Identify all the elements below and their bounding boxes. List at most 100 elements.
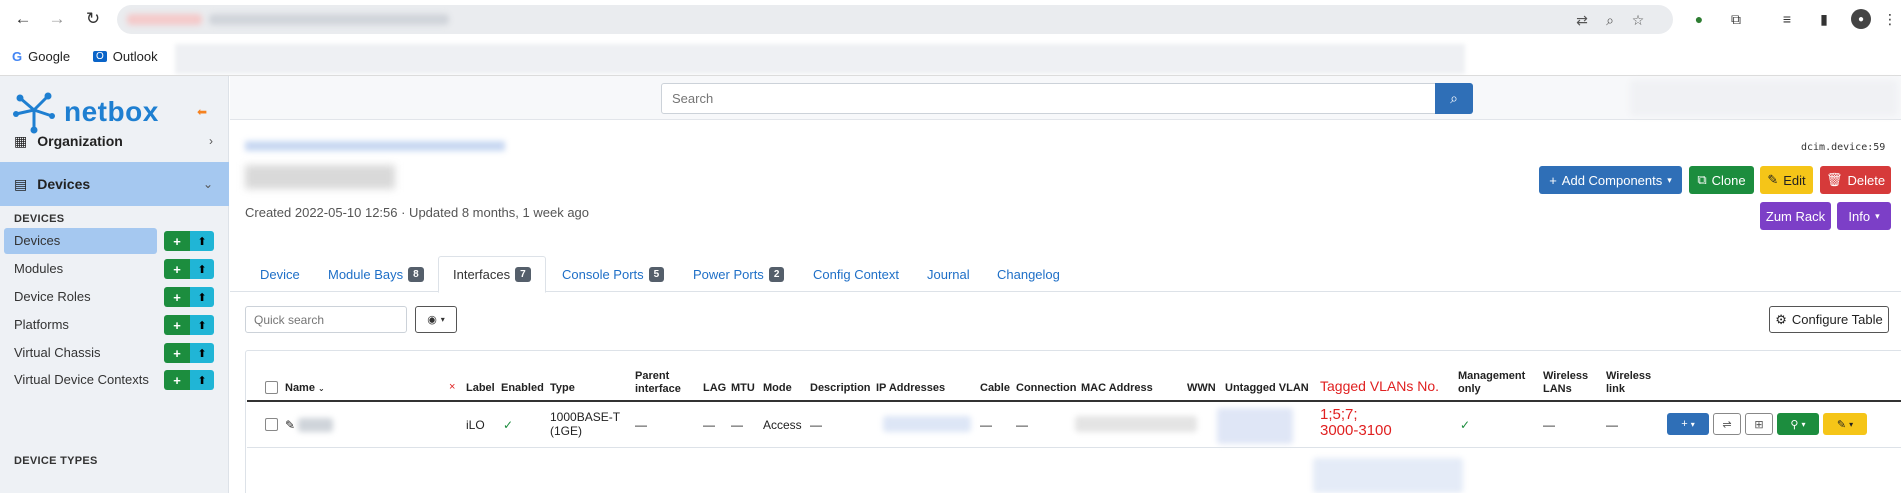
add-icon[interactable]: +: [164, 315, 190, 335]
edit-button[interactable]: ✎ Edit: [1760, 166, 1813, 194]
row-trace-button[interactable]: ⇌: [1713, 413, 1741, 435]
address-bar[interactable]: ⇄ ⌕ ☆: [117, 5, 1673, 34]
breadcrumb[interactable]: [245, 141, 505, 151]
button-label: Zum Rack: [1765, 208, 1826, 224]
search-button[interactable]: ⌕: [1435, 83, 1473, 114]
pin-icon[interactable]: ⬅: [197, 105, 207, 119]
profile-avatar-icon[interactable]: ●: [1851, 9, 1871, 29]
url-blurred: [127, 14, 202, 25]
tab-changelog[interactable]: Changelog: [997, 256, 1060, 292]
interface-name-blurred[interactable]: [298, 418, 333, 432]
import-icon[interactable]: ⬆: [190, 259, 214, 279]
row-edit-button[interactable]: ✎ ▾: [1823, 413, 1867, 435]
column-label: Management: [1458, 370, 1526, 382]
column-untagged-vlan[interactable]: Untagged VLAN: [1225, 382, 1309, 395]
clone-button[interactable]: ⧉ Clone: [1689, 166, 1754, 194]
column-cable[interactable]: Cable: [980, 382, 1010, 395]
column-name[interactable]: Name ⌄: [285, 382, 325, 395]
row-connect-button[interactable]: ⚲ ▾: [1777, 413, 1819, 435]
clear-sort-icon[interactable]: ×: [449, 381, 455, 394]
nav-device-roles[interactable]: Device Roles + ⬆: [0, 284, 229, 310]
add-icon[interactable]: +: [164, 259, 190, 279]
zoom-icon[interactable]: ⌕: [1601, 11, 1619, 29]
row-add-button[interactable]: + ▾: [1667, 413, 1709, 435]
nav-platforms[interactable]: Platforms + ⬆: [0, 312, 229, 338]
tab-console-ports[interactable]: Console Ports 5: [562, 256, 665, 292]
column-wireless-link[interactable]: Wireless link: [1606, 370, 1651, 396]
configure-table-button[interactable]: ⚙ Configure Table: [1769, 306, 1889, 333]
extensions-puzzle-icon[interactable]: ⧉: [1726, 9, 1746, 29]
tab-journal[interactable]: Journal: [927, 256, 970, 292]
import-icon[interactable]: ⬆: [190, 231, 214, 251]
column-type[interactable]: Type: [550, 382, 575, 395]
quick-search-input[interactable]: [245, 306, 407, 333]
reading-list-icon[interactable]: ≡: [1777, 9, 1797, 29]
browser-menu-icon[interactable]: ⋮: [1880, 9, 1900, 29]
import-icon[interactable]: ⬆: [190, 370, 214, 390]
count-badge: 8: [408, 266, 424, 282]
menu-label: Organization: [37, 133, 123, 149]
add-icon[interactable]: +: [164, 370, 190, 390]
bookmark-outlook[interactable]: O Outlook: [93, 49, 158, 64]
import-icon[interactable]: ⬆: [190, 315, 214, 335]
select-all-checkbox[interactable]: [265, 381, 278, 394]
delete-button[interactable]: 🗑 Delete: [1820, 166, 1891, 194]
back-icon[interactable]: ←: [12, 8, 34, 30]
add-icon[interactable]: +: [164, 287, 190, 307]
menu-organization[interactable]: ▦ Organization ›: [0, 120, 229, 162]
menu-devices[interactable]: ▤ Devices ⌄: [0, 162, 229, 206]
nav-virtual-chassis[interactable]: Virtual Chassis + ⬆: [0, 340, 229, 366]
add-components-button[interactable]: + Add Components ▾: [1539, 166, 1682, 194]
row-checkbox[interactable]: [265, 418, 278, 431]
bookmark-star-icon[interactable]: ☆: [1629, 11, 1647, 29]
add-icon[interactable]: +: [164, 231, 190, 251]
user-menu[interactable]: [1630, 80, 1898, 116]
column-parent-interface[interactable]: Parent interface: [635, 370, 681, 396]
nav-modules[interactable]: Modules + ⬆: [0, 256, 229, 282]
column-wwn[interactable]: WWN: [1187, 382, 1216, 395]
column-mode[interactable]: Mode: [763, 382, 792, 395]
column-description[interactable]: Description: [810, 382, 871, 395]
view-toggle-button[interactable]: ◉ ▾: [415, 306, 457, 333]
column-management-only[interactable]: Management only: [1458, 370, 1525, 396]
column-ip-addresses[interactable]: IP Addresses: [876, 382, 945, 395]
tab-interfaces[interactable]: Interfaces 7: [438, 256, 546, 293]
cell-mtu: —: [731, 418, 743, 432]
tab-config-context[interactable]: Config Context: [813, 256, 899, 292]
trace-icon: ⇌: [1722, 418, 1732, 431]
import-icon[interactable]: ⬆: [190, 343, 214, 363]
column-tagged-vlans[interactable]: Tagged VLANs No.: [1320, 379, 1439, 393]
bookmark-google[interactable]: G Google: [12, 49, 70, 64]
tab-label: Module Bays: [328, 266, 404, 282]
column-connection[interactable]: Connection: [1016, 382, 1077, 395]
column-mtu[interactable]: MTU: [731, 382, 755, 395]
extension-shield-icon[interactable]: ●: [1689, 9, 1709, 29]
nav-devices[interactable]: Devices + ⬆: [0, 228, 229, 254]
tab-device[interactable]: Device: [260, 256, 300, 292]
forward-icon[interactable]: →: [46, 8, 68, 30]
reload-icon[interactable]: ↻: [82, 8, 104, 30]
search-icon: ⌕: [1450, 90, 1458, 106]
column-enabled[interactable]: Enabled: [501, 382, 544, 395]
info-button[interactable]: Info ▾: [1837, 202, 1891, 230]
tab-module-bays[interactable]: Module Bays 8: [328, 256, 424, 292]
side-panel-icon[interactable]: ▮: [1814, 9, 1834, 29]
count-badge: 2: [768, 266, 785, 282]
column-label[interactable]: Label: [466, 382, 495, 395]
global-search-input[interactable]: [661, 83, 1436, 114]
column-wireless-lans[interactable]: Wireless LANs: [1543, 370, 1588, 396]
column-lag[interactable]: LAG: [703, 382, 726, 395]
untagged-vlan-blurred[interactable]: [1217, 408, 1293, 444]
translate-icon[interactable]: ⇄: [1573, 11, 1591, 29]
row-graph-button[interactable]: ⊞: [1745, 413, 1773, 435]
ip-address-blurred[interactable]: [883, 416, 971, 432]
add-icon[interactable]: +: [164, 343, 190, 363]
nav-virtual-device-contexts[interactable]: Virtual Device Contexts + ⬆: [0, 367, 229, 393]
object-identifier: dcim.device:59: [1801, 142, 1886, 153]
import-icon[interactable]: ⬆: [190, 287, 214, 307]
zum-rack-button[interactable]: Zum Rack: [1760, 202, 1831, 230]
copy-icon: ⧉: [1697, 172, 1707, 187]
cell-wireless-link: —: [1606, 418, 1618, 432]
tab-power-ports[interactable]: Power Ports 2: [693, 256, 785, 292]
column-mac-address[interactable]: MAC Address: [1081, 382, 1153, 395]
